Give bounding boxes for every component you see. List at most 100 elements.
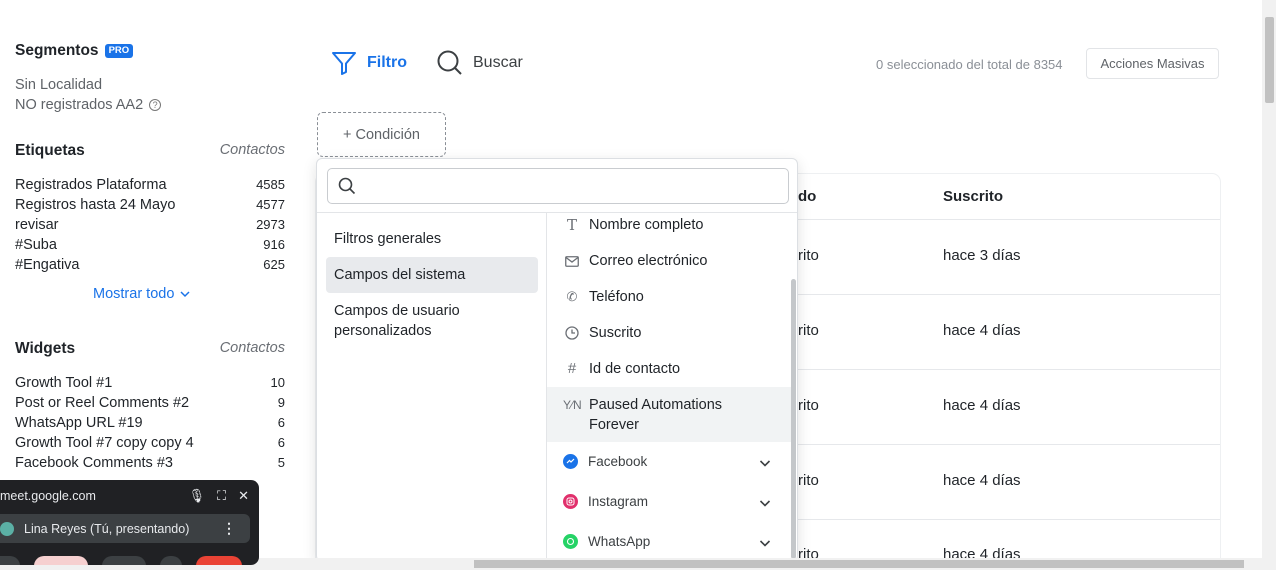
dropdown-divider xyxy=(317,212,797,213)
widget-count: 5 xyxy=(277,455,285,470)
condition-dropdown: Filtros generales Campos del sistema Cam… xyxy=(316,158,798,562)
phone-icon: ✆ xyxy=(566,289,578,304)
table-cell: rito xyxy=(798,322,819,339)
boolean-icon: Y⁄N xyxy=(563,398,582,412)
tag-count: 4577 xyxy=(256,197,285,212)
tag-count: 2973 xyxy=(256,217,285,232)
table-cell-subscribed: hace 4 días xyxy=(943,322,1021,339)
segments-title: Segmentos xyxy=(15,42,99,59)
table-cell-subscribed: hace 4 días xyxy=(943,472,1021,489)
widget-label: Post or Reel Comments #2 xyxy=(15,395,190,411)
total-count: 8354 xyxy=(1033,57,1063,72)
tag-label: revisar xyxy=(15,217,59,233)
help-icon[interactable]: ? xyxy=(149,99,162,111)
field-paused-automations[interactable]: Y⁄N Paused Automations Forever xyxy=(547,395,792,435)
mail-icon xyxy=(563,251,581,273)
column-header[interactable]: do xyxy=(798,188,816,205)
segment-item[interactable]: Sin Localidad xyxy=(15,77,102,93)
widget-row[interactable]: Facebook Comments #3 5 xyxy=(15,455,285,471)
dropdown-search-input[interactable] xyxy=(364,178,764,194)
category-general-filters[interactable]: Filtros generales xyxy=(334,229,441,249)
meet-presenting-overlay: meet.google.com 🎙 ⛶ ✕ Lina Reyes (Tú, pr… xyxy=(0,480,259,565)
segment-label: NO registrados AA2 xyxy=(15,97,144,113)
widget-row[interactable]: Growth Tool #1 10 xyxy=(15,375,285,391)
show-all-link[interactable]: Mostrar todo xyxy=(93,286,192,302)
search-label: Buscar xyxy=(473,54,523,71)
table-cell: rito xyxy=(798,472,819,489)
widget-row[interactable]: Post or Reel Comments #2 9 xyxy=(15,395,285,411)
widgets-title: Widgets xyxy=(15,340,76,357)
filter-button[interactable]: Filtro xyxy=(331,50,407,76)
widget-count: 6 xyxy=(277,415,285,430)
column-header-subscribed[interactable]: Suscrito xyxy=(943,188,1003,205)
scrollbar-thumb[interactable] xyxy=(474,560,1244,568)
show-all-label: Mostrar todo xyxy=(93,286,175,302)
segments-heading: Segmentos PRO xyxy=(15,42,134,60)
table-cell-subscribed: hace 3 días xyxy=(943,247,1021,264)
field-label: Paused Automations Forever xyxy=(589,397,723,433)
channel-whatsapp[interactable]: WhatsApp xyxy=(547,534,792,549)
whatsapp-icon xyxy=(563,534,578,549)
meet-control-button[interactable] xyxy=(160,556,182,565)
widget-label: WhatsApp URL #19 xyxy=(15,415,143,431)
dropdown-scrollbar[interactable] xyxy=(791,279,796,559)
field-contact-id[interactable]: # Id de contacto xyxy=(547,359,792,379)
widget-count: 9 xyxy=(277,395,285,410)
dropdown-search-box[interactable] xyxy=(327,168,789,204)
meet-control-button[interactable] xyxy=(102,556,146,565)
channel-instagram[interactable]: Instagram xyxy=(547,494,792,509)
tags-title: Etiquetas xyxy=(15,142,85,159)
widget-row[interactable]: Growth Tool #7 copy copy 4 6 xyxy=(15,435,285,451)
tag-row[interactable]: Registrados Plataforma 4585 xyxy=(15,177,285,193)
pro-badge: PRO xyxy=(104,44,134,58)
close-icon[interactable]: ✕ xyxy=(238,488,249,504)
selection-info: 0 seleccionado del total de 8354 xyxy=(876,57,1063,72)
search-icon xyxy=(437,50,462,75)
category-system-fields[interactable]: Campos del sistema xyxy=(334,265,465,285)
end-call-button[interactable] xyxy=(196,556,242,565)
chevron-down-icon xyxy=(759,460,771,467)
search-button[interactable]: Buscar xyxy=(437,50,523,76)
field-subscribed[interactable]: Suscrito xyxy=(547,323,792,346)
fullscreen-icon[interactable]: ⛶ xyxy=(217,488,226,504)
meet-control-button[interactable] xyxy=(0,556,20,565)
widget-row[interactable]: WhatsApp URL #19 6 xyxy=(15,415,285,431)
field-label: Id de contacto xyxy=(589,361,681,377)
category-custom-fields[interactable]: Campos de usuario personalizados xyxy=(334,301,524,341)
tag-row[interactable]: Registros hasta 24 Mayo 4577 xyxy=(15,197,285,213)
tag-row[interactable]: #Suba 916 xyxy=(15,237,285,253)
field-label: Nombre completo xyxy=(589,217,704,233)
app-root: Segmentos PRO Sin Localidad NO registrad… xyxy=(0,0,1276,570)
channel-label: Instagram xyxy=(588,494,649,509)
scrollbar-thumb[interactable] xyxy=(1265,17,1274,103)
instagram-icon xyxy=(563,494,578,509)
microphone-icon[interactable]: 🎙 xyxy=(188,488,205,504)
channel-label: Facebook xyxy=(588,454,648,469)
field-phone[interactable]: ✆ Teléfono xyxy=(547,287,792,307)
field-full-name[interactable]: T Nombre completo xyxy=(547,215,792,235)
meet-controls: 🎙 ⛶ ✕ xyxy=(188,488,249,504)
field-email[interactable]: Correo electrónico xyxy=(547,251,792,273)
add-condition-button[interactable]: + Condición xyxy=(317,112,446,157)
tag-count: 916 xyxy=(263,237,285,252)
more-options-icon[interactable]: ⋮ xyxy=(222,520,236,537)
mass-actions-button[interactable]: Acciones Masivas xyxy=(1086,48,1219,79)
segment-label: Sin Localidad xyxy=(15,77,103,93)
meet-url: meet.google.com xyxy=(0,489,96,503)
tag-row[interactable]: #Engativa 625 xyxy=(15,257,285,273)
filter-icon xyxy=(332,52,356,75)
page-vertical-scrollbar[interactable] xyxy=(1262,0,1276,570)
chevron-down-icon xyxy=(180,291,190,298)
widget-label: Growth Tool #7 copy copy 4 xyxy=(15,435,194,451)
meet-user-row: Lina Reyes (Tú, presentando) ⋮ xyxy=(0,514,250,543)
chevron-down-icon xyxy=(759,540,771,547)
field-label: Suscrito xyxy=(589,325,642,341)
filter-label: Filtro xyxy=(367,54,407,71)
widget-label: Growth Tool #1 xyxy=(15,375,113,391)
total-text: del total de xyxy=(966,57,1030,72)
tag-row[interactable]: revisar 2973 xyxy=(15,217,285,233)
hash-icon: # xyxy=(567,360,577,377)
meet-control-button[interactable] xyxy=(34,556,88,565)
segment-item[interactable]: NO registrados AA2 ? xyxy=(15,97,162,113)
channel-facebook[interactable]: Facebook xyxy=(547,454,792,469)
